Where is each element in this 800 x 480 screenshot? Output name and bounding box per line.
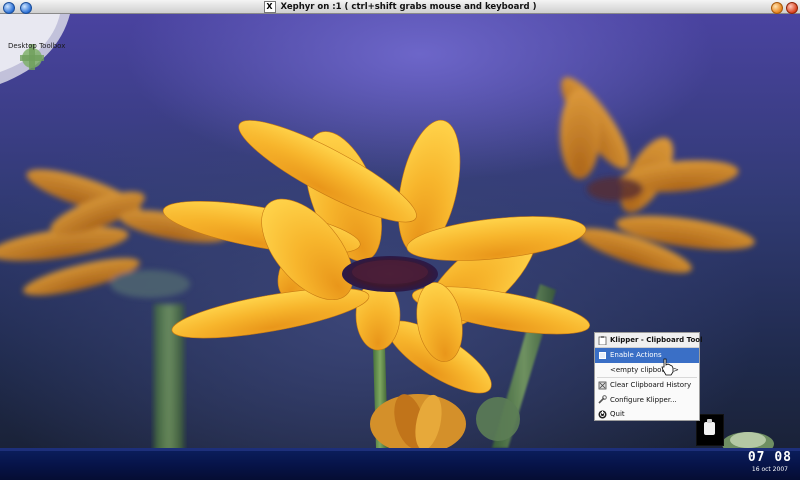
- desktop-toolbox[interactable]: Desktop Toolbox: [0, 14, 70, 84]
- menu-item-label: Clear Clipboard History: [610, 381, 692, 390]
- klipper-tray-icon[interactable]: [696, 414, 724, 446]
- menu-item-quit[interactable]: Quit: [595, 407, 699, 422]
- taskbar[interactable]: 07 08 16 oct 2007: [0, 448, 800, 480]
- x-logo-icon: X: [263, 1, 276, 13]
- toolbox-label: Desktop Toolbox: [8, 42, 66, 50]
- quit-icon: [598, 410, 607, 419]
- menu-item-enable-actions[interactable]: Enable Actions: [595, 348, 699, 363]
- clear-history-icon: [598, 381, 607, 390]
- window-title: Xephyr on :1 ( ctrl+shift grabs mouse an…: [280, 2, 537, 12]
- menu-item-label: Enable Actions: [610, 351, 662, 360]
- clock-date: 16 oct 2007: [751, 466, 788, 473]
- title-wrap: X Xephyr on :1 ( ctrl+shift grabs mouse …: [0, 0, 800, 14]
- clipboard-icon: [704, 419, 715, 435]
- klipper-title-text: Klipper - Clipboard Tool: [610, 336, 703, 344]
- klipper-menu: Klipper - Clipboard Tool Enable Actions …: [594, 332, 703, 422]
- klipper-menu-title: Klipper - Clipboard Tool: [595, 333, 703, 348]
- clipboard-icon: [598, 335, 607, 345]
- menu-item-configure[interactable]: Configure Klipper...: [595, 393, 699, 408]
- menu-item-empty-clipboard[interactable]: <empty clipboard>: [595, 363, 699, 378]
- close-icon[interactable]: [786, 2, 798, 14]
- clock[interactable]: 07 08 16 oct 2007: [748, 451, 792, 474]
- clock-time: 07 08: [747, 450, 792, 465]
- menu-item-label: Quit: [610, 410, 625, 419]
- configure-icon: [598, 395, 607, 404]
- menu-item-clear-history[interactable]: Clear Clipboard History: [595, 378, 699, 393]
- mouse-cursor-icon: [661, 358, 674, 376]
- window-titlebar[interactable]: X Xephyr on :1 ( ctrl+shift grabs mouse …: [0, 0, 800, 14]
- checkbox-icon[interactable]: [598, 351, 607, 360]
- menu-item-label: Configure Klipper...: [610, 395, 677, 404]
- minimize-icon[interactable]: [771, 2, 783, 14]
